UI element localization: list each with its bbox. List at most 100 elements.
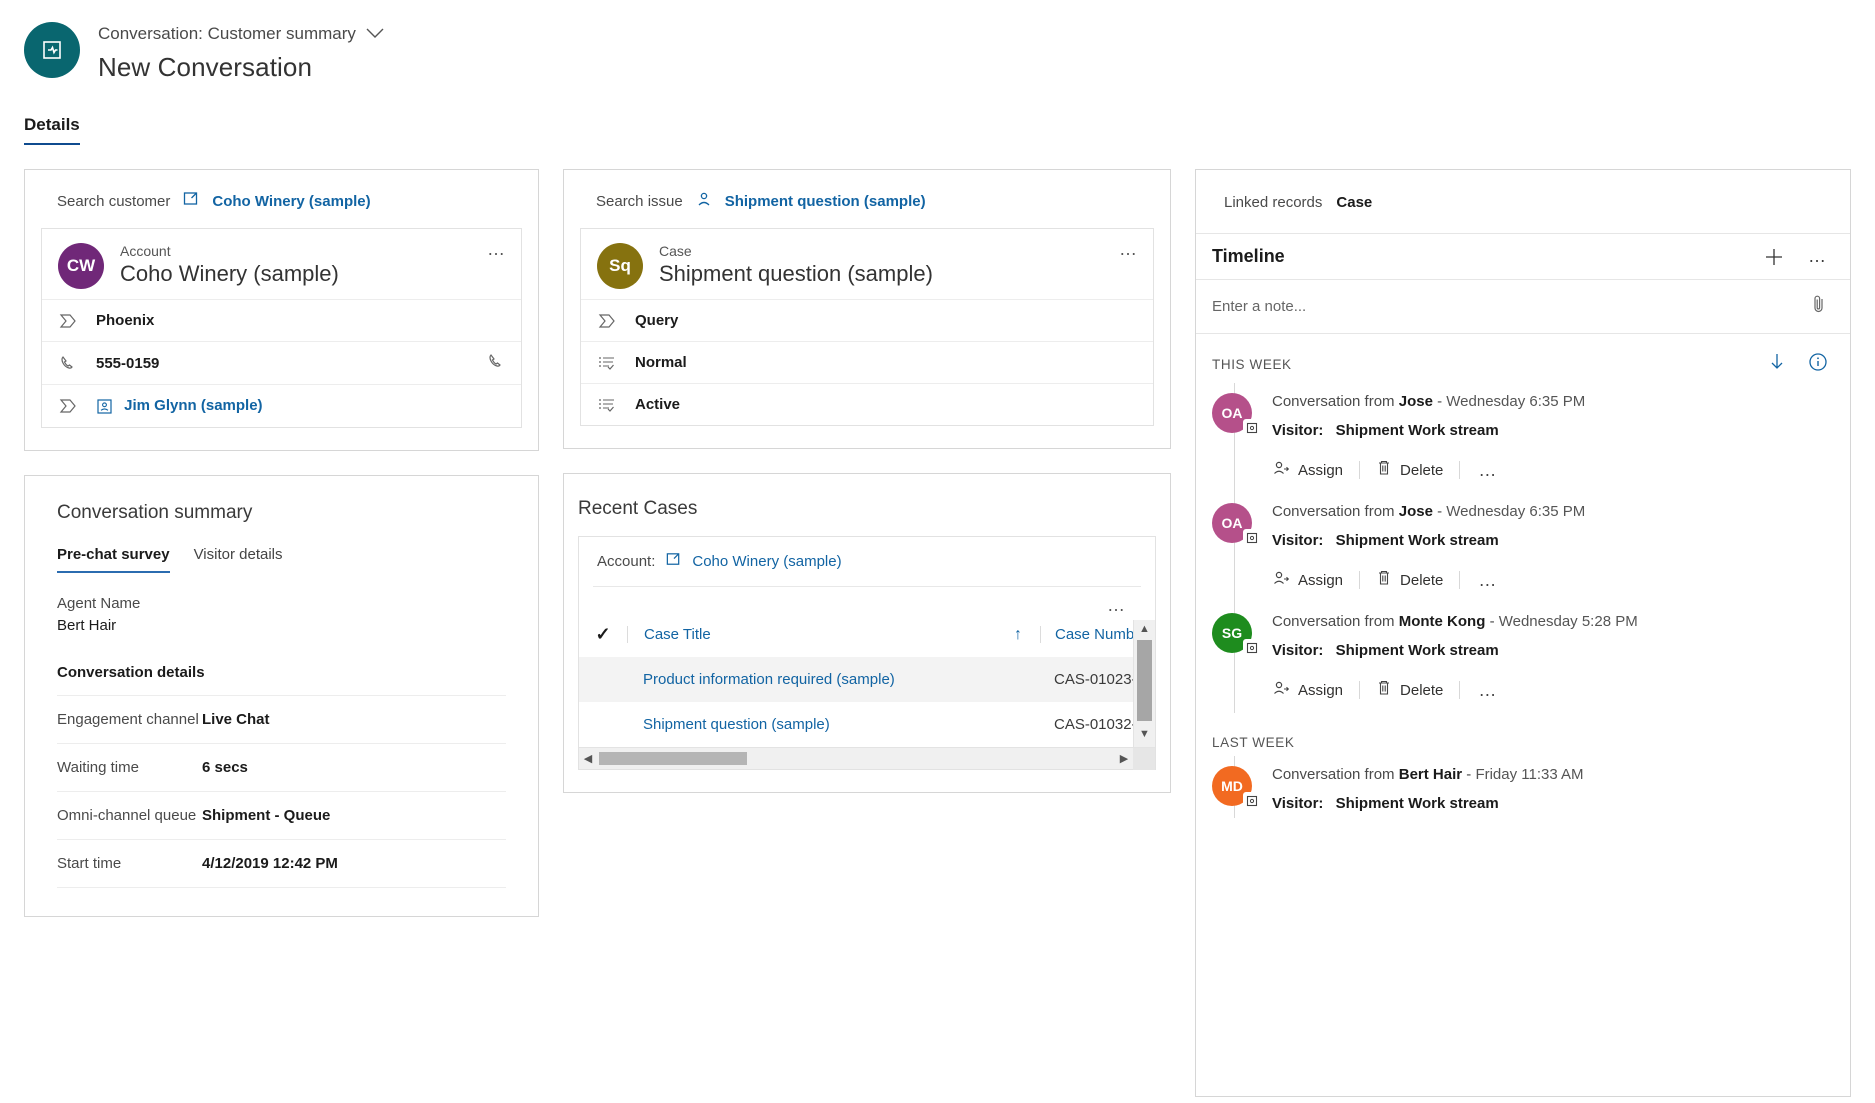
phone-call-icon[interactable]	[487, 352, 505, 374]
linked-records-label: Linked records	[1224, 194, 1322, 211]
search-customer-value[interactable]: Coho Winery (sample)	[212, 193, 370, 210]
conversation-record-icon	[1243, 529, 1261, 547]
entity-name: Coho Winery (sample)	[120, 261, 339, 287]
arrow-down-icon[interactable]	[1768, 352, 1786, 377]
item-timestamp: Wednesday 5:28 PM	[1499, 613, 1638, 630]
delete-button[interactable]: Delete	[1376, 679, 1459, 701]
plus-icon[interactable]	[1764, 247, 1784, 267]
chevron-up-icon[interactable]: ▲	[1134, 620, 1155, 638]
chevron-left-icon[interactable]: ◀	[579, 748, 597, 770]
contact-link[interactable]: Jim Glynn (sample)	[124, 397, 262, 414]
more-options-icon[interactable]: …	[1476, 570, 1498, 591]
detail-key: Start time	[57, 855, 202, 872]
more-options-icon[interactable]: …	[1119, 239, 1139, 260]
list-check-icon	[597, 355, 617, 371]
entity-field-row: 555-0159	[42, 341, 521, 384]
tab-details[interactable]: Details	[24, 115, 80, 145]
entity-field-value: Active	[635, 396, 680, 413]
info-icon[interactable]	[1808, 352, 1828, 377]
grid-header-row: ✓ Case Title ↑ Case Number	[579, 620, 1155, 657]
detail-value: Shipment - Queue	[202, 807, 330, 824]
account-value-link[interactable]: Coho Winery (sample)	[692, 553, 841, 570]
timeline-item: OA Conversation from Jose - Wednesday 6:…	[1196, 493, 1850, 603]
agent-name-label: Agent Name	[57, 595, 538, 612]
conversation-summary-panel: Conversation summary Pre-chat survey Vis…	[24, 475, 539, 917]
conversation-icon	[24, 22, 80, 78]
account-card: CW Account Coho Winery (sample) … Phoeni…	[41, 228, 522, 428]
assign-user-icon	[1272, 459, 1290, 481]
assign-button[interactable]: Assign	[1272, 459, 1359, 481]
chevron-down-icon[interactable]: ▼	[1134, 725, 1155, 743]
more-options-icon[interactable]: …	[1476, 460, 1498, 481]
flag-icon	[597, 313, 617, 329]
trash-icon	[1376, 569, 1392, 591]
recent-cases-account-row: Account: Coho Winery (sample)	[579, 537, 1155, 586]
chevron-right-icon[interactable]: ▶	[1115, 748, 1133, 770]
item-person: Bert Hair	[1399, 766, 1462, 783]
timeline-item: SG Conversation from Monte Kong - Wednes…	[1196, 603, 1850, 713]
assign-button[interactable]: Assign	[1272, 569, 1359, 591]
linked-records-value[interactable]: Case	[1336, 194, 1372, 211]
assign-label: Assign	[1298, 462, 1343, 479]
timeline-item: MD Conversation from Bert Hair - Friday …	[1196, 756, 1850, 818]
trash-icon	[1376, 459, 1392, 481]
timeline-note-input[interactable]: Enter a note...	[1196, 279, 1850, 334]
recent-cases-panel: Recent Cases Account: Coho Winery (sampl…	[563, 473, 1171, 793]
item-timestamp: Wednesday 6:35 PM	[1446, 393, 1585, 410]
page-title: New Conversation	[98, 52, 384, 83]
linked-records-row: Linked records Case	[1196, 170, 1850, 233]
page-subtitle: Conversation: Customer summary	[98, 24, 356, 44]
account-entity-icon	[665, 551, 682, 572]
detail-key: Waiting time	[57, 759, 202, 776]
more-options-icon[interactable]: …	[487, 239, 507, 260]
detail-row: Omni-channel queue Shipment - Queue	[57, 791, 506, 839]
tab-pre-chat-survey[interactable]: Pre-chat survey	[57, 546, 170, 573]
chevron-down-icon[interactable]	[366, 24, 384, 44]
scrollbar-thumb[interactable]	[1137, 640, 1152, 721]
cell-case-title[interactable]: Shipment question (sample)	[579, 716, 1040, 733]
account-label: Account:	[597, 553, 655, 570]
delete-label: Delete	[1400, 572, 1443, 589]
recent-cases-grid-box: Account: Coho Winery (sample) … ✓ Case T…	[578, 536, 1156, 770]
item-field-label: Visitor:	[1272, 642, 1323, 659]
item-dash: -	[1490, 613, 1495, 630]
item-prefix: Conversation from	[1272, 613, 1395, 630]
timeline-group-label: THIS WEEK	[1212, 357, 1768, 372]
search-issue-label: Search issue	[596, 193, 683, 210]
assign-label: Assign	[1298, 572, 1343, 589]
main-columns: Search customer Coho Winery (sample) CW …	[0, 145, 1875, 1097]
item-field-value: Shipment Work stream	[1336, 532, 1499, 549]
table-row[interactable]: Product information required (sample) CA…	[579, 657, 1155, 702]
delete-button[interactable]: Delete	[1376, 569, 1459, 591]
grid-horizontal-scrollbar[interactable]: ◀ ▶	[579, 747, 1155, 769]
grid-more-options-icon[interactable]: …	[579, 587, 1155, 620]
paperclip-icon[interactable]	[1810, 294, 1828, 319]
cell-case-title[interactable]: Product information required (sample)	[579, 671, 1040, 688]
item-dash: -	[1437, 393, 1442, 410]
item-field-value: Shipment Work stream	[1336, 795, 1499, 812]
trash-icon	[1376, 679, 1392, 701]
table-row[interactable]: Shipment question (sample) CAS-01032-B4C	[579, 702, 1155, 747]
detail-row: Engagement channel Live Chat	[57, 695, 506, 743]
assign-button[interactable]: Assign	[1272, 679, 1359, 701]
conversation-record-icon	[1243, 639, 1261, 657]
item-person: Jose	[1399, 503, 1433, 520]
more-options-icon[interactable]: …	[1476, 680, 1498, 701]
detail-value: 6 secs	[202, 759, 248, 776]
timeline-header: Timeline …	[1196, 233, 1850, 279]
item-prefix: Conversation from	[1272, 766, 1395, 783]
tab-visitor-details[interactable]: Visitor details	[194, 546, 283, 573]
account-entity-icon	[182, 190, 200, 212]
item-timestamp: Friday 11:33 AM	[1475, 766, 1583, 783]
search-issue-value[interactable]: Shipment question (sample)	[725, 193, 926, 210]
delete-label: Delete	[1400, 682, 1443, 699]
column-header-case-title[interactable]: Case Title	[644, 626, 711, 643]
sort-ascending-icon[interactable]: ↑	[1014, 626, 1022, 644]
checkmark-icon[interactable]: ✓	[579, 624, 627, 645]
delete-button[interactable]: Delete	[1376, 459, 1459, 481]
more-options-icon[interactable]: …	[1808, 246, 1828, 267]
search-customer-row: Search customer Coho Winery (sample)	[25, 170, 538, 228]
entity-field-row: Active	[581, 383, 1153, 425]
scrollbar-thumb[interactable]	[599, 752, 747, 765]
conversation-summary-tabs: Pre-chat survey Visitor details	[25, 524, 538, 573]
